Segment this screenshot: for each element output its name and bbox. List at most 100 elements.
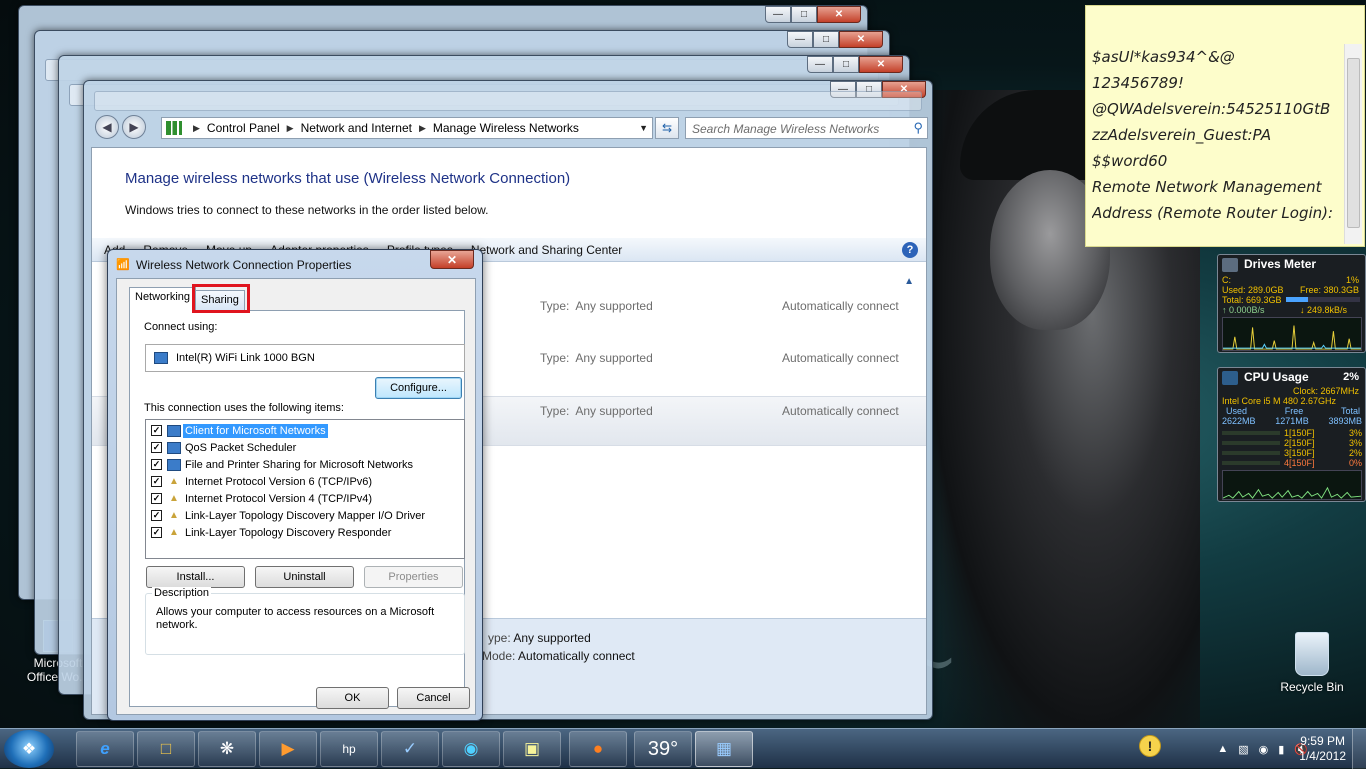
action-center-warning-icon[interactable]: ! [1139,735,1161,757]
minimize-icon[interactable]: — [787,31,813,48]
network-client-icon [167,424,181,437]
taskbar-hp[interactable]: hp [320,731,378,767]
cpu-clock: Clock: 2667MHz [1292,386,1359,396]
configure-button[interactable]: Configure... [375,377,462,399]
power-icon[interactable]: ◉ [1259,743,1269,756]
network-sharing-center-button[interactable]: Network and Sharing Center [471,243,622,257]
breadcrumb-arrow-icon[interactable]: ▶ [287,123,294,134]
back-button[interactable]: ◀ [95,115,119,139]
checkbox[interactable]: ✓ [151,493,162,504]
close-icon[interactable]: ✕ [859,56,903,73]
minimize-icon[interactable]: — [765,6,791,23]
taskbar-app-6[interactable]: ✓ [381,731,439,767]
breadcrumb-network-internet[interactable]: Network and Internet [301,121,412,135]
tab-networking[interactable]: Networking [129,287,197,311]
cancel-button[interactable]: Cancel [397,687,470,709]
device-icon[interactable]: ▧ [1238,743,1248,756]
item-label: File and Printer Sharing for Microsoft N… [185,458,414,471]
close-icon[interactable]: ✕ [817,6,861,23]
breadcrumb-manage-wireless[interactable]: Manage Wireless Networks [433,121,579,135]
scrollbar-thumb[interactable] [1347,58,1360,228]
checkbox[interactable]: ✓ [151,510,162,521]
system-tray: ▲ ▧ ◉ ▮ 🔇 [1217,729,1308,769]
taskbar-internet-explorer[interactable]: e [76,731,134,767]
list-item[interactable]: ✓ ▲ Internet Protocol Version 4 (TCP/IPv4) [146,490,464,507]
maximize-icon[interactable]: □ [833,56,859,73]
list-item[interactable]: ✓ ▲ Link-Layer Topology Discovery Responde… [146,524,464,541]
minimize-icon[interactable]: — [807,56,833,73]
checkbox[interactable]: ✓ [151,527,162,538]
sticky-scrollbar[interactable] [1344,44,1362,244]
collapse-icon[interactable]: ▲ [904,276,914,287]
taskbar-app-3[interactable]: ❋ [198,731,256,767]
items-list[interactable]: ✓ Client for Microsoft Networks ✓ QoS Pack… [145,419,465,559]
recycle-bin-icon[interactable]: Recycle Bin [1276,632,1348,694]
core-label: 4[150F] [1284,458,1315,468]
list-item[interactable]: ✓ ▲ Internet Protocol Version 6 (TCP/IPv6) [146,473,464,490]
list-item[interactable]: ✓ QoS Packet Scheduler [146,439,464,456]
wifi-signal-icon[interactable]: ▮ [1278,743,1284,756]
forward-button[interactable]: ▶ [122,115,146,139]
checkbox[interactable]: ✓ [151,442,162,453]
media-player-icon: ▶ [281,739,295,758]
maximize-icon[interactable]: □ [791,6,817,23]
ghost-address-bar [94,91,922,111]
breadcrumb-arrow-icon[interactable]: ▶ [419,123,426,134]
core-label: 2[150F] [1284,438,1315,448]
properties-button[interactable]: Properties [364,566,463,588]
item-label: Link-Layer Topology Discovery Responder [185,526,392,539]
taskbar: ❖ e □ ❋ ▶ hp ✓ ◉ ▣ ● 39° ▦ ! ▲ ▧ ◉ ▮ 🔇 9… [0,728,1366,769]
taskbar-media-player[interactable]: ▶ [259,731,317,767]
checkmark-icon: ✓ [402,739,418,758]
taskbar-weather[interactable]: 39° [634,731,692,767]
breadcrumb-control-panel[interactable]: Control Panel [207,121,280,135]
maximize-icon[interactable]: □ [813,31,839,48]
taskbar-app-7[interactable]: ◉ [442,731,500,767]
help-icon[interactable]: ? [902,242,918,258]
close-icon[interactable]: ✕ [839,31,883,48]
drive-used: Used: 289.0GB [1222,285,1284,295]
trash-icon [1295,632,1329,676]
cpu-percent: 2% [1343,371,1359,383]
checkbox[interactable]: ✓ [151,459,162,470]
chevron-down-icon[interactable]: ▼ [639,123,648,133]
search-icon[interactable]: ⚲ [913,120,923,136]
checkbox[interactable]: ✓ [151,476,162,487]
cpu-usage-gadget[interactable]: CPU Usage 2% Clock: 2667MHz Intel Core i… [1217,367,1366,502]
adapter-field: Intel(R) WiFi Link 1000 BGN [145,344,465,372]
ok-button[interactable]: OK [316,687,389,709]
sphere-icon: ◉ [463,739,479,758]
connect-using-label: Connect using: [144,321,218,333]
core-label: 1[150F] [1284,428,1315,438]
install-button[interactable]: Install... [146,566,245,588]
search-input[interactable]: Search Manage Wireless Networks ⚲ [685,117,928,139]
sticky-line: zzAdelsverein_Guest:PA [1092,126,1272,144]
core-value: 2% [1348,448,1362,458]
close-icon[interactable]: ✕ [430,250,474,269]
connection-properties-dialog[interactable]: 📶 Wireless Network Connection Properties … [107,249,483,721]
sticky-line: @QWAdelsverein:54525110GtB [1092,100,1331,118]
sticky-notes-icon: ▣ [523,739,541,758]
taskbar-firefox[interactable]: ● [569,731,627,767]
taskbar-explorer[interactable]: □ [137,731,195,767]
clock[interactable]: 9:59 PM 1/4/2012 [1299,734,1346,764]
sticky-note[interactable]: $asUl*kas934^&@ 123456789! @QWAdelsverei… [1085,5,1365,247]
show-hidden-icons-icon[interactable]: ▲ [1217,743,1228,755]
type-label: Type: [540,404,570,418]
start-button[interactable]: ❖ [4,730,54,768]
taskbar-control-panel[interactable]: ▦ [695,731,753,767]
drives-meter-gadget[interactable]: Drives Meter C: 1% Used: 289.0GB Free: 3… [1217,254,1366,353]
adapter-name: Intel(R) WiFi Link 1000 BGN [176,352,315,364]
network-adapter-icon [154,352,168,364]
mem-total-value: 3893MB [1328,416,1362,426]
refresh-button[interactable]: ⇆ [655,117,679,139]
taskbar-sticky-notes[interactable]: ▣ [503,731,561,767]
checkbox[interactable]: ✓ [151,425,162,436]
mem-used-header: Used [1226,406,1248,416]
list-item[interactable]: ✓ File and Printer Sharing for Microsoft … [146,456,464,473]
list-item[interactable]: ✓ ▲ Link-Layer Topology Discovery Mapper I… [146,507,464,524]
uninstall-button[interactable]: Uninstall [255,566,354,588]
show-desktop-button[interactable] [1352,729,1366,769]
list-item[interactable]: ✓ Client for Microsoft Networks [146,422,464,439]
address-bar[interactable]: ▶ Control Panel ▶ Network and Internet ▶… [161,117,653,139]
